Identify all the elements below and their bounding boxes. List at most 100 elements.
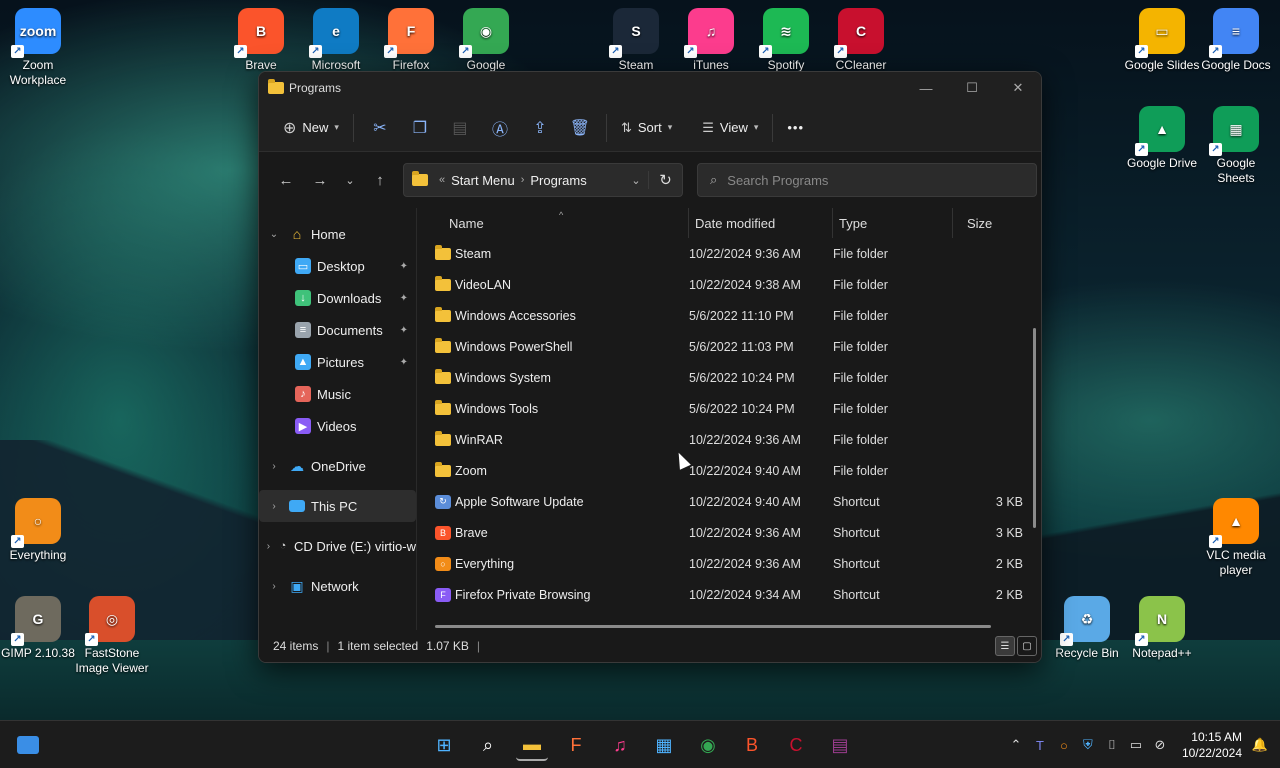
desktop-shortcut[interactable]: ≡ ↗ Google Docs: [1198, 8, 1274, 73]
sidebar-item-documents[interactable]: ≡ Documents ✦: [259, 314, 416, 346]
desktop-shortcut[interactable]: B ↗ Brave: [223, 8, 299, 73]
table-row[interactable]: Steam 10/22/2024 9:36 AM File folder: [417, 238, 1027, 269]
table-row[interactable]: Windows PowerShell 5/6/2022 11:03 PM File …: [417, 331, 1027, 362]
desktop-shortcut[interactable]: C ↗ CCleaner: [823, 8, 899, 73]
table-row[interactable]: Windows System 5/6/2022 10:24 PM File fold…: [417, 362, 1027, 393]
sidebar-item-videos[interactable]: ▶ Videos: [259, 410, 416, 442]
close-button[interactable]: ✕: [995, 72, 1041, 104]
copy-icon[interactable]: ❐: [400, 112, 440, 144]
tiles-view-icon[interactable]: ▢: [1017, 636, 1037, 656]
everything-tray-icon[interactable]: ○: [1052, 738, 1076, 753]
file-explorer-icon[interactable]: ▬: [516, 729, 548, 761]
desktop-shortcut[interactable]: S ↗ Steam: [598, 8, 674, 73]
chevron-down-icon[interactable]: ⌄: [259, 229, 289, 240]
column-header-type[interactable]: Type: [833, 208, 953, 238]
clock[interactable]: 10:15 AM 10/22/2024: [1182, 729, 1242, 761]
delete-icon[interactable]: 🗑: [560, 112, 600, 144]
desktop-shortcut[interactable]: N ↗ Notepad++: [1124, 596, 1200, 661]
chevron-right-icon[interactable]: ›: [521, 174, 525, 186]
search-input[interactable]: [727, 172, 1008, 188]
notifications-icon[interactable]: 🔔: [1248, 737, 1272, 753]
desktop-shortcut[interactable]: ▦ ↗ Google Sheets: [1198, 106, 1274, 186]
horizontal-scrollbar[interactable]: [435, 625, 991, 628]
widgets-icon[interactable]: [12, 729, 44, 761]
desktop-shortcut[interactable]: ♫ ↗ iTunes: [673, 8, 749, 73]
network-status-icon[interactable]: ⊘: [1148, 737, 1172, 753]
desktop-shortcut[interactable]: zoom ↗ Zoom Workplace: [0, 8, 76, 88]
desktop-shortcut[interactable]: ≋ ↗ Spotify: [748, 8, 824, 73]
back-button[interactable]: ←: [269, 164, 303, 196]
sidebar-item-onedrive[interactable]: › ☁ OneDrive: [259, 450, 416, 482]
table-row[interactable]: Windows Tools 5/6/2022 10:24 PM File folde…: [417, 393, 1027, 424]
share-icon[interactable]: ⇪: [520, 112, 560, 144]
defender-icon[interactable]: ⛨: [1076, 737, 1100, 753]
chevron-right-icon[interactable]: ›: [259, 541, 278, 552]
desktop-shortcut[interactable]: ▭ ↗ Google Slides: [1124, 8, 1200, 73]
up-button[interactable]: ↑: [363, 164, 397, 196]
pin-icon[interactable]: ✦: [400, 261, 408, 272]
brave-icon[interactable]: B: [736, 729, 768, 761]
sidebar-item-network[interactable]: › ▣ Network: [259, 570, 416, 602]
usb-icon[interactable]: ⌷: [1100, 737, 1124, 753]
winrar-icon[interactable]: ▤: [824, 729, 856, 761]
view-button[interactable]: ☰ View ▾: [694, 112, 766, 144]
search-box[interactable]: ⌕: [697, 163, 1037, 197]
table-row[interactable]: WinRAR 10/22/2024 9:36 AM File folder: [417, 424, 1027, 455]
details-view-icon[interactable]: ☰: [995, 636, 1015, 656]
table-row[interactable]: Windows Accessories 5/6/2022 11:10 PM File…: [417, 300, 1027, 331]
chevron-right-icon[interactable]: ›: [259, 461, 289, 472]
recent-locations-button[interactable]: ⌄: [337, 164, 363, 196]
chevron-up-icon[interactable]: ⌃: [1004, 737, 1028, 753]
desktop-shortcut[interactable]: ◎ ↗ FastStone Image Viewer: [74, 596, 150, 676]
desktop-shortcut[interactable]: ◉ ↗ Google: [448, 8, 524, 73]
vertical-scrollbar[interactable]: [1033, 328, 1036, 528]
new-button[interactable]: ⊕ New ▾: [275, 112, 347, 144]
start-icon[interactable]: ⊞: [428, 729, 460, 761]
address-dropdown-button[interactable]: ⌄: [624, 174, 648, 187]
address-bar[interactable]: « Start Menu › Programs ⌄ ↻: [403, 163, 683, 197]
table-row[interactable]: ○ Everything 10/22/2024 9:36 AM Shortcut 2 K…: [417, 548, 1027, 579]
sidebar-item-desktop[interactable]: ▭ Desktop ✦: [259, 250, 416, 282]
sidebar-item-cd-drive[interactable]: › ◔ CD Drive (E:) virtio-w: [259, 530, 416, 562]
display-icon[interactable]: ▭: [1124, 737, 1148, 753]
column-header-name[interactable]: Name: [447, 208, 689, 238]
table-row[interactable]: F Firefox Private Browsing 10/22/2024 9:34…: [417, 579, 1027, 610]
cut-icon[interactable]: ✂: [360, 112, 400, 144]
breadcrumb-overflow-icon[interactable]: «: [439, 174, 445, 186]
sidebar-item-pictures[interactable]: ▲ Pictures ✦: [259, 346, 416, 378]
title-bar[interactable]: Programs — ☐ ✕: [259, 72, 1041, 104]
desktop-shortcut[interactable]: e ↗ Microsoft: [298, 8, 374, 73]
desktop-shortcut[interactable]: ▲ ↗ Google Drive: [1124, 106, 1200, 171]
sidebar-item-home[interactable]: ⌄ ⌂ Home: [259, 218, 416, 250]
teams-icon[interactable]: T: [1028, 738, 1052, 753]
minimize-button[interactable]: —: [903, 72, 949, 104]
sidebar-item-downloads[interactable]: ↓ Downloads ✦: [259, 282, 416, 314]
desktop-shortcut[interactable]: G ↗ GIMP 2.10.38: [0, 596, 76, 661]
desktop-shortcut[interactable]: ▲ ↗ VLC media player: [1198, 498, 1274, 578]
store-icon[interactable]: ▦: [648, 729, 680, 761]
chevron-right-icon[interactable]: ›: [259, 501, 289, 512]
firefox-icon[interactable]: F: [560, 729, 592, 761]
sort-button[interactable]: ⇅ Sort ▾: [613, 112, 680, 144]
refresh-button[interactable]: ↻: [648, 171, 682, 189]
pin-icon[interactable]: ✦: [400, 357, 408, 368]
itunes-icon[interactable]: ♫: [604, 729, 636, 761]
rename-icon[interactable]: Ⓐ: [480, 112, 520, 144]
breadcrumb-start-menu[interactable]: Start Menu: [451, 173, 515, 188]
column-header-size[interactable]: Size: [953, 208, 1023, 238]
table-row[interactable]: VideoLAN 10/22/2024 9:38 AM File folder: [417, 269, 1027, 300]
pin-icon[interactable]: ✦: [400, 293, 408, 304]
paste-icon[interactable]: ▤: [440, 112, 480, 144]
desktop-shortcut[interactable]: F ↗ Firefox: [373, 8, 449, 73]
breadcrumb-programs[interactable]: Programs: [530, 173, 586, 188]
forward-button[interactable]: →: [303, 164, 337, 196]
chevron-right-icon[interactable]: ›: [259, 581, 289, 592]
sidebar-item-music[interactable]: ♪ Music: [259, 378, 416, 410]
chrome-icon[interactable]: ◉: [692, 729, 724, 761]
table-row[interactable]: B Brave 10/22/2024 9:36 AM Shortcut 3 KB: [417, 517, 1027, 548]
table-row[interactable]: ↻ Apple Software Update 10/22/2024 9:40 AM…: [417, 486, 1027, 517]
sidebar-item-this-pc[interactable]: › This PC: [259, 490, 416, 522]
desktop-shortcut[interactable]: ♻ ↗ Recycle Bin: [1049, 596, 1125, 661]
column-header-date[interactable]: Date modified: [689, 208, 833, 238]
ccleaner-icon[interactable]: C: [780, 729, 812, 761]
